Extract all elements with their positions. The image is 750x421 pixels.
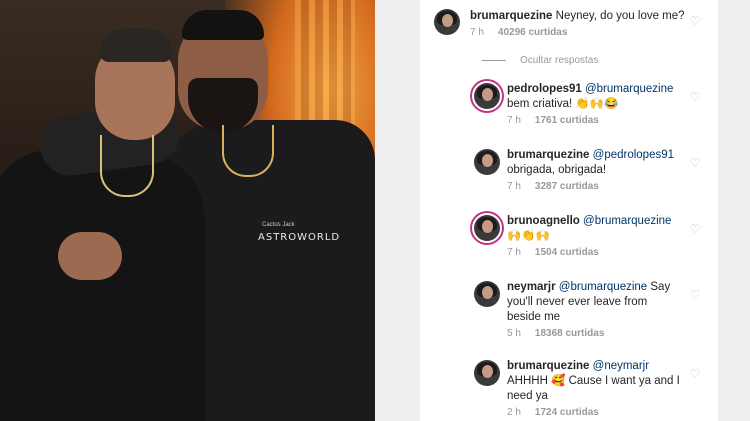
reply-time: 2 h — [507, 407, 521, 418]
reply-meta: 5 h 18368 curtidas — [507, 328, 604, 339]
like-heart-icon[interactable]: ♡ — [688, 222, 702, 236]
like-heart-icon[interactable]: ♡ — [688, 367, 702, 381]
avatar[interactable] — [434, 9, 460, 35]
post-photo: Cactus Jack ASTROWORLD — [0, 0, 375, 421]
like-heart-icon[interactable]: ♡ — [688, 14, 702, 28]
person-left-hair — [100, 28, 172, 62]
reply-mention[interactable]: @pedrolopes91 — [593, 149, 674, 161]
reply-body-end: beside me — [507, 311, 561, 323]
hide-replies-link[interactable]: Ocultar respostas — [482, 55, 598, 66]
avatar-face — [442, 14, 453, 27]
reply-line1: pedrolopes91 @brumarquezine — [507, 81, 673, 97]
like-heart-icon[interactable]: ♡ — [688, 90, 702, 104]
avatar[interactable] — [474, 149, 500, 175]
person-left-torso — [0, 150, 205, 421]
person-right-chain — [222, 125, 274, 177]
reply-meta: 2 h 1724 curtidas — [507, 407, 599, 418]
like-heart-icon[interactable]: ♡ — [688, 156, 702, 170]
reply-mention[interactable]: @brumarquezine — [559, 281, 647, 293]
avatar-face — [482, 220, 493, 233]
avatar[interactable] — [474, 83, 500, 109]
reply-body: AHHHH 🥰 Cause I want ya and I — [507, 375, 680, 387]
comment-body: Neyney, do you love me? — [555, 10, 685, 22]
reply-body: 🙌👏🙌 — [507, 230, 550, 242]
avatar[interactable] — [474, 281, 500, 307]
comment-meta: 7 h 40296 curtidas — [470, 27, 567, 38]
reply-username[interactable]: brunoagnello — [507, 215, 580, 227]
reply-mention[interactable]: @brumarquezine — [583, 215, 671, 227]
reply-username[interactable]: brumarquezine — [507, 360, 589, 372]
comment-likes[interactable]: 40296 curtidas — [498, 27, 568, 38]
reply-meta: 7 h 1504 curtidas — [507, 247, 599, 258]
reply-likes[interactable]: 3287 curtidas — [535, 181, 599, 192]
shirt-small-text: Cactus Jack — [262, 222, 295, 228]
person-left-hand — [58, 232, 122, 280]
avatar[interactable] — [474, 215, 500, 241]
reply-time: 7 h — [507, 247, 521, 258]
reply-body: you'll never ever leave from — [507, 296, 648, 308]
avatar-face — [482, 365, 493, 378]
reply-time: 7 h — [507, 181, 521, 192]
reply-likes[interactable]: 1724 curtidas — [535, 407, 599, 418]
reply-line1: brunoagnello @brumarquezine — [507, 213, 671, 229]
avatar-face — [482, 88, 493, 101]
reply-body-end: need ya — [507, 390, 548, 402]
reply-username[interactable]: neymarjr — [507, 281, 556, 293]
person-left-chain — [100, 135, 154, 197]
reply-line1: brumarquezine @neymarjr — [507, 358, 649, 374]
reply-line1: neymarjr @brumarquezine Say — [507, 279, 670, 295]
comment-text: brumarquezine Neyney, do you love me? — [470, 8, 690, 24]
comments-panel: brumarquezine Neyney, do you love me? 7 … — [420, 0, 718, 421]
avatar-face — [482, 286, 493, 299]
reply-likes[interactable]: 1504 curtidas — [535, 247, 599, 258]
comment-username[interactable]: brumarquezine — [470, 10, 552, 22]
avatar[interactable] — [474, 360, 500, 386]
reply-line1: brumarquezine @pedrolopes91 — [507, 147, 674, 163]
reply-username[interactable]: brumarquezine — [507, 149, 589, 161]
reply-time: 5 h — [507, 328, 521, 339]
reply-likes[interactable]: 18368 curtidas — [535, 328, 605, 339]
reply-mention[interactable]: @neymarjr — [593, 360, 649, 372]
reply-mention[interactable]: @brumarquezine — [585, 83, 673, 95]
reply-body: bem criativa! 👏🙌😂 — [507, 98, 619, 110]
like-heart-icon[interactable]: ♡ — [688, 288, 702, 302]
reply-body: obrigada, obrigada! — [507, 164, 607, 176]
person-right-hair — [182, 10, 264, 40]
reply-meta: 7 h 1761 curtidas — [507, 115, 599, 126]
shirt-text: ASTROWORLD — [258, 232, 341, 243]
avatar-face — [482, 154, 493, 167]
reply-time: 7 h — [507, 115, 521, 126]
reply-username[interactable]: pedrolopes91 — [507, 83, 582, 95]
comment-time: 7 h — [470, 27, 484, 38]
reply-body-start: Say — [650, 281, 671, 293]
reply-meta: 7 h 3287 curtidas — [507, 181, 599, 192]
reply-likes[interactable]: 1761 curtidas — [535, 115, 599, 126]
